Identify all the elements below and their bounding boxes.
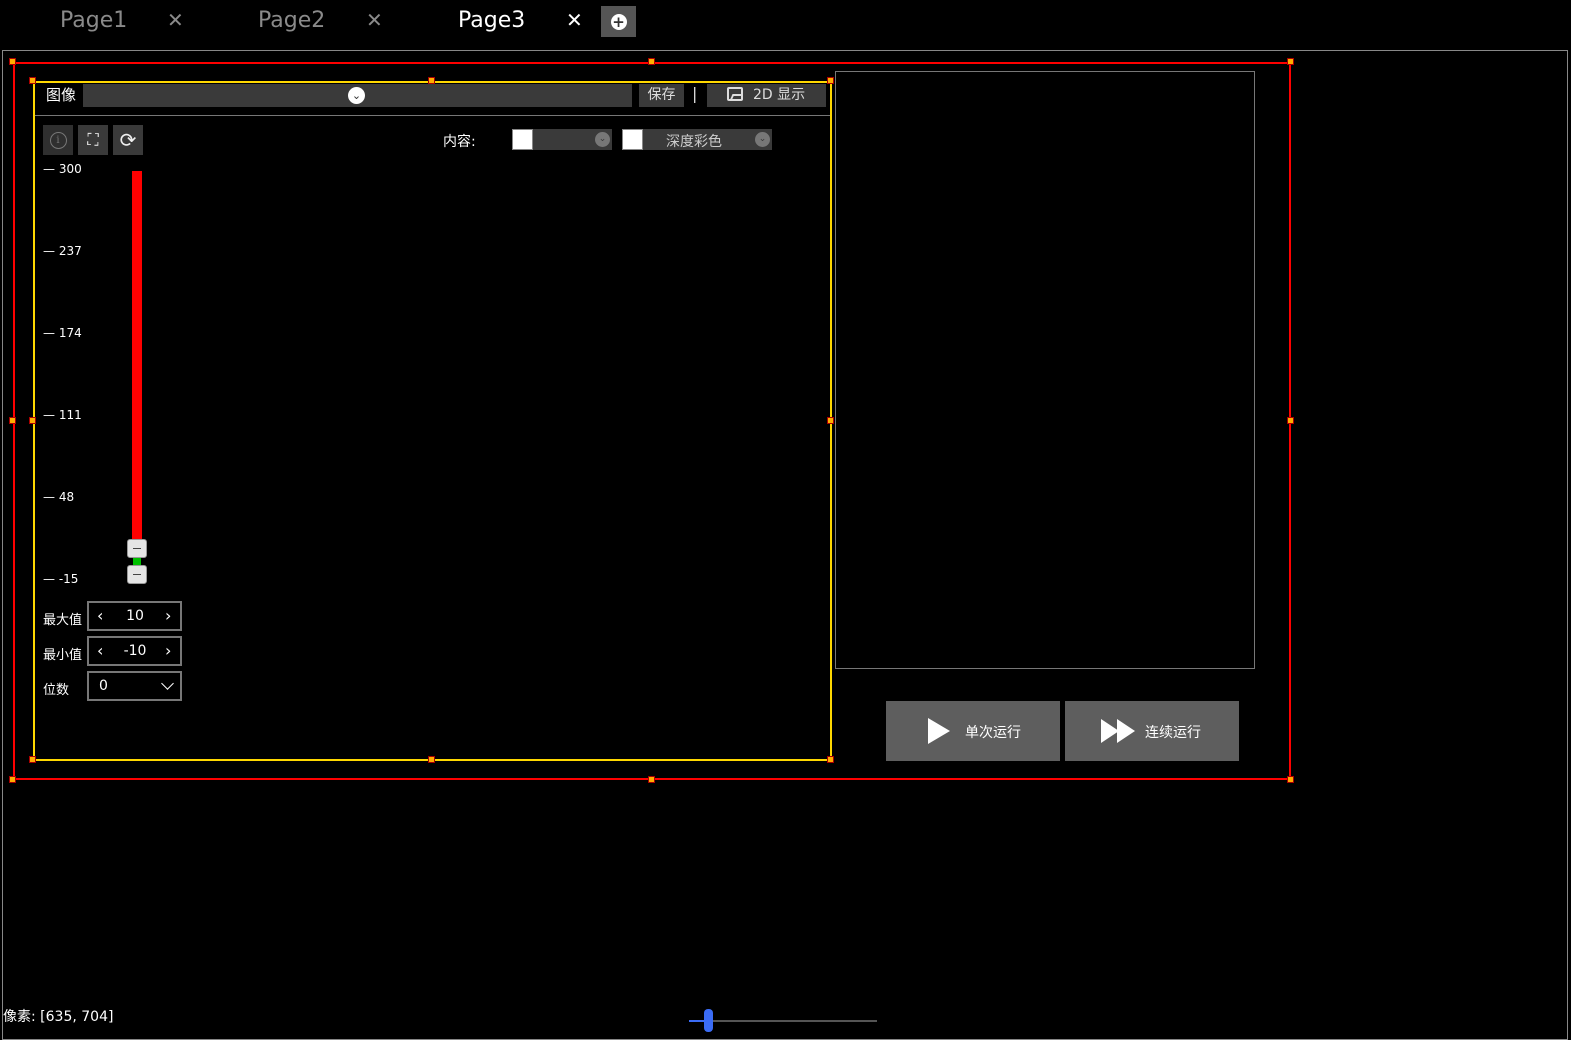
chevron-left-icon[interactable]: ‹ bbox=[97, 641, 103, 660]
chevron-down-icon[interactable]: ⌄ bbox=[755, 132, 770, 147]
scale-tick: — 111 bbox=[43, 408, 82, 422]
resize-handle[interactable] bbox=[648, 58, 655, 65]
resize-handle[interactable] bbox=[428, 77, 435, 84]
scale-tick: — -15 bbox=[43, 572, 79, 586]
tab-page3[interactable]: Page3 bbox=[458, 8, 525, 33]
resize-handle[interactable] bbox=[827, 77, 834, 84]
add-tab-button[interactable]: + bbox=[601, 6, 636, 37]
chevron-down-icon[interactable]: ⌄ bbox=[348, 87, 365, 104]
preview-panel bbox=[835, 71, 1255, 669]
chevron-left-icon[interactable]: ‹ bbox=[97, 606, 103, 625]
continuous-run-label: 连续运行 bbox=[1145, 725, 1201, 741]
display-2d-button[interactable]: 2D 显示 bbox=[707, 84, 826, 107]
pixel-coordinate-readout: 像素: [635, 704] bbox=[3, 1009, 114, 1025]
content-checkbox-1[interactable] bbox=[512, 129, 533, 150]
digits-value: 0 bbox=[99, 678, 108, 694]
fit-screen-button[interactable]: ⛶ bbox=[78, 125, 108, 155]
zoom-slider-thumb[interactable] bbox=[703, 1009, 713, 1032]
chevron-down-icon bbox=[161, 677, 174, 690]
resize-handle[interactable] bbox=[1287, 417, 1294, 424]
image-source-select[interactable]: ⌄ bbox=[83, 84, 632, 107]
digits-label: 位数 bbox=[43, 683, 70, 698]
single-run-button[interactable]: 单次运行 bbox=[886, 701, 1060, 761]
resize-handle[interactable] bbox=[29, 77, 36, 84]
content-checkbox-2[interactable] bbox=[622, 129, 643, 150]
info-button[interactable]: i bbox=[43, 125, 73, 155]
resize-handle[interactable] bbox=[1287, 776, 1294, 783]
tab-page1-close-icon[interactable]: ✕ bbox=[167, 8, 184, 32]
max-value-label: 最大值 bbox=[43, 613, 83, 628]
tab-page2-close-icon[interactable]: ✕ bbox=[366, 8, 383, 32]
expand-icon: ⛶ bbox=[87, 130, 99, 149]
content-label: 内容: bbox=[443, 134, 476, 150]
resize-handle[interactable] bbox=[428, 756, 435, 763]
tab-page1[interactable]: Page1 bbox=[60, 8, 127, 33]
resize-handle[interactable] bbox=[827, 417, 834, 424]
refresh-icon: ⟳ bbox=[119, 128, 137, 152]
content-combo-2-value: 深度彩色 bbox=[666, 134, 722, 150]
display-2d-label: 2D 显示 bbox=[753, 87, 806, 103]
refresh-button[interactable]: ⟳ bbox=[113, 125, 143, 155]
scale-tick: — 237 bbox=[43, 244, 82, 258]
plus-icon: + bbox=[610, 12, 627, 31]
header-divider bbox=[35, 115, 830, 116]
lower-range-thumb[interactable] bbox=[127, 565, 147, 584]
chevron-right-icon[interactable]: › bbox=[165, 606, 171, 625]
resize-handle[interactable] bbox=[1287, 58, 1294, 65]
resize-handle[interactable] bbox=[648, 776, 655, 783]
max-value-input[interactable]: 10 bbox=[111, 608, 159, 624]
max-value-stepper[interactable]: ‹ 10 › bbox=[87, 601, 182, 631]
content-combo-2[interactable]: 深度彩色 ⌄ bbox=[622, 129, 772, 150]
upper-range-thumb[interactable] bbox=[127, 539, 147, 558]
scale-tick: — 174 bbox=[43, 326, 82, 340]
min-value-label: 最小值 bbox=[43, 648, 83, 663]
image-icon bbox=[727, 87, 743, 101]
chevron-down-icon[interactable]: ⌄ bbox=[595, 132, 610, 147]
image-panel-title: 图像 bbox=[46, 86, 77, 104]
resize-handle[interactable] bbox=[29, 756, 36, 763]
resize-handle[interactable] bbox=[9, 776, 16, 783]
tab-page3-close-icon[interactable]: ✕ bbox=[566, 8, 583, 32]
resize-handle[interactable] bbox=[29, 417, 36, 424]
content-combo-1[interactable]: ⌄ bbox=[512, 129, 612, 150]
resize-handle[interactable] bbox=[9, 417, 16, 424]
zoom-slider-track[interactable] bbox=[689, 1020, 877, 1022]
scale-tick: — 48 bbox=[43, 490, 75, 504]
min-value-stepper[interactable]: ‹ -10 › bbox=[87, 636, 182, 666]
tab-page2[interactable]: Page2 bbox=[258, 8, 325, 33]
resize-handle[interactable] bbox=[9, 58, 16, 65]
resize-handle[interactable] bbox=[827, 756, 834, 763]
continuous-run-button[interactable]: 连续运行 bbox=[1065, 701, 1239, 761]
info-icon: i bbox=[49, 131, 67, 149]
toolbar-separator: | bbox=[692, 84, 698, 103]
color-scale-bar bbox=[132, 171, 142, 551]
digits-select[interactable]: 0 bbox=[87, 671, 182, 701]
scale-tick: — 300 bbox=[43, 162, 82, 176]
save-button[interactable]: 保存 bbox=[639, 84, 684, 107]
chevron-right-icon[interactable]: › bbox=[165, 641, 171, 660]
single-run-label: 单次运行 bbox=[965, 725, 1021, 741]
min-value-input[interactable]: -10 bbox=[111, 643, 159, 659]
play-icon bbox=[928, 718, 950, 744]
